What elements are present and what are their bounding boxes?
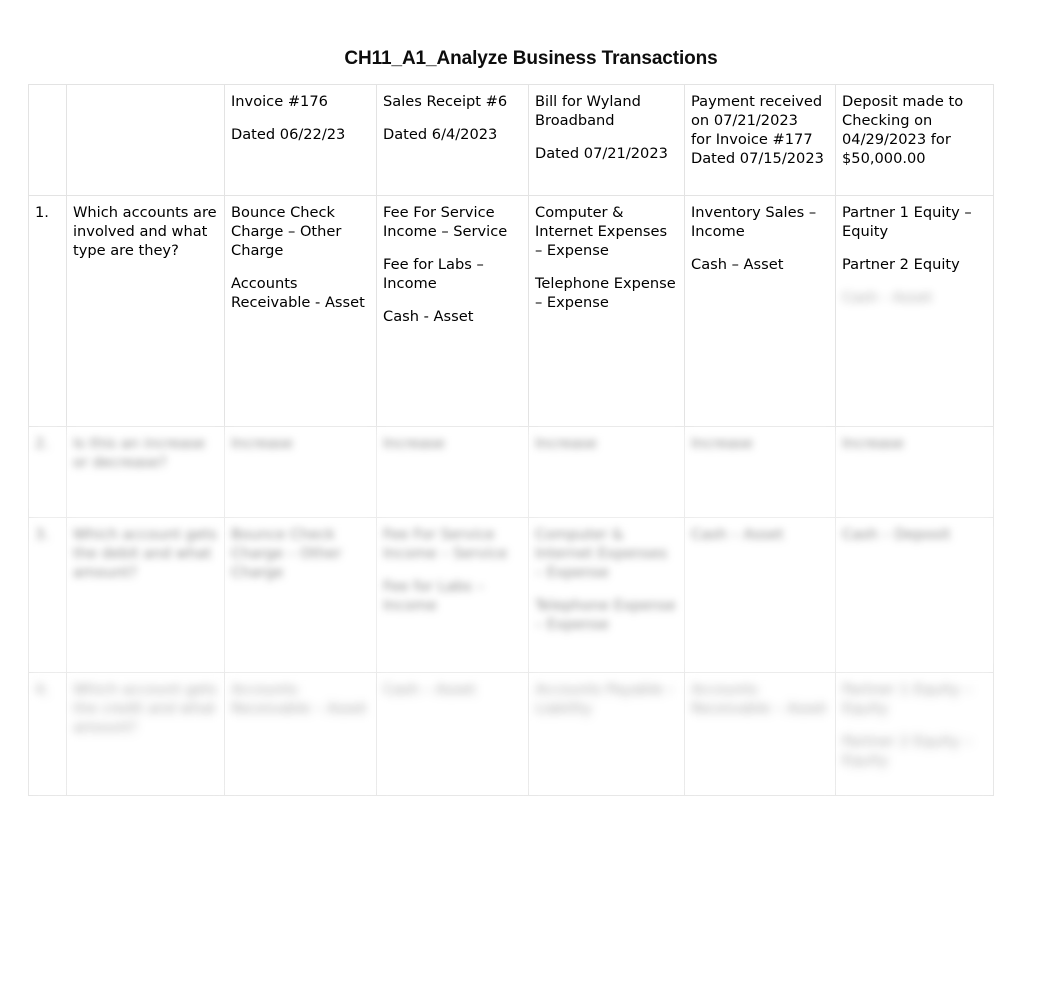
answer-cell: Cash – Asset: [684, 517, 836, 673]
answer-cell: Partner 1 Equity – Equity Partner 2 Equi…: [835, 672, 994, 796]
answer-part: Cash - Asset: [383, 307, 474, 325]
analysis-table-container: Invoice #176 Dated 06/22/23 Sales Receip…: [28, 84, 994, 796]
table-row: 4. Which account gets the credit and wha…: [28, 672, 994, 796]
answer-cell: Bounce Check Charge – Other Charge Accou…: [224, 195, 377, 427]
answer-part: Cash – Deposit: [842, 526, 951, 543]
answer-cell: Cash – Deposit: [835, 517, 994, 673]
answer-part: Increase: [535, 435, 597, 452]
answer-cell: Increase: [835, 426, 994, 518]
answer-cell: Partner 1 Equity – Equity Partner 2 Equi…: [835, 195, 994, 427]
row-number: 2.: [28, 426, 67, 518]
answer-part: Accounts Receivable – Asset: [691, 681, 827, 717]
row-question: Is this an increase or decrease?: [66, 426, 225, 518]
header-line-1: Deposit made to Checking on 04/29/2023 f…: [842, 93, 964, 167]
header-cell-transaction-4: Payment received on 07/21/2023 for Invoi…: [684, 84, 836, 196]
answer-cell: Increase: [224, 426, 377, 518]
row-number: 4.: [28, 672, 67, 796]
answer-part: Accounts Payable – Liability: [535, 681, 676, 717]
table-header-row: Invoice #176 Dated 06/22/23 Sales Receip…: [28, 84, 994, 196]
answer-part: Cash – Asset: [691, 526, 784, 543]
answer-part: Partner 2 Equity – Equity: [842, 732, 972, 769]
answer-part: Fee for Labs – Income: [383, 577, 484, 614]
answer-cell: Accounts Payable – Liability: [528, 672, 685, 796]
answer-cell: Cash – Asset: [376, 672, 529, 796]
answer-part: Computer & Internet Expenses – Expense: [535, 204, 668, 259]
header-line-2: Dated 06/22/23: [231, 125, 346, 143]
answer-part: Increase: [383, 435, 445, 452]
answer-cell: Computer & Internet Expenses – Expense T…: [528, 517, 685, 673]
header-cell-transaction-2: Sales Receipt #6 Dated 6/4/2023: [376, 84, 529, 196]
answer-part: Cash – Asset: [383, 681, 476, 698]
header-line-2: for Invoice #177: [691, 130, 813, 148]
answer-part: Accounts Receivable – Asset: [231, 681, 367, 717]
answer-cell: Increase: [684, 426, 836, 518]
answer-cell: Inventory Sales – Income Cash – Asset: [684, 195, 836, 427]
header-line-3: Dated 07/15/2023: [691, 149, 824, 167]
header-line-1: Sales Receipt #6: [383, 93, 508, 110]
table-row: 3. Which account gets the debit and what…: [28, 517, 994, 673]
answer-cell: Computer & Internet Expenses – Expense T…: [528, 195, 685, 427]
answer-cell: Accounts Receivable – Asset: [684, 672, 836, 796]
header-line-2: Dated 07/21/2023: [535, 144, 668, 162]
answer-part: Computer & Internet Expenses – Expense: [535, 526, 668, 581]
header-line-1: Payment received on 07/21/2023: [691, 93, 823, 129]
header-line-2: Dated 6/4/2023: [383, 125, 498, 143]
header-line-1: Invoice #176: [231, 93, 328, 110]
answer-cell: Fee For Service Income – Service Fee for…: [376, 195, 529, 427]
header-line-1: Bill for Wyland Broadband: [535, 93, 641, 129]
row-question: Which accounts are involved and what typ…: [66, 195, 225, 427]
answer-part: Partner 1 Equity – Equity: [842, 681, 972, 717]
answer-part: Accounts Receivable - Asset: [231, 274, 365, 311]
answer-part: Bounce Check Charge – Other Charge: [231, 526, 342, 581]
answer-part: Inventory Sales – Income: [691, 204, 817, 240]
answer-part: Cash - Asset: [842, 288, 933, 306]
answer-part: Bounce Check Charge – Other Charge: [231, 204, 342, 259]
answer-part: Increase: [231, 435, 293, 452]
page-title: CH11_A1_Analyze Business Transactions: [344, 48, 718, 69]
analysis-table: Invoice #176 Dated 06/22/23 Sales Receip…: [28, 84, 994, 796]
header-cell-transaction-3: Bill for Wyland Broadband Dated 07/21/20…: [528, 84, 685, 196]
row-number: 1.: [28, 195, 67, 427]
answer-cell: Accounts Receivable – Asset: [224, 672, 377, 796]
row-question: Which account gets the debit and what am…: [66, 517, 225, 673]
answer-part: Increase: [691, 435, 753, 452]
answer-part: Telephone Expense – Expense: [535, 274, 676, 311]
header-cell-question: [66, 84, 225, 196]
answer-part: Cash – Asset: [691, 255, 784, 273]
row-number: 3.: [28, 517, 67, 673]
table-row: 2. Is this an increase or decrease? Incr…: [28, 426, 994, 518]
answer-cell: Increase: [376, 426, 529, 518]
answer-part: Fee For Service Income – Service: [383, 526, 508, 562]
answer-part: Partner 2 Equity: [842, 255, 960, 273]
header-cell-transaction-1: Invoice #176 Dated 06/22/23: [224, 84, 377, 196]
answer-part: Telephone Expense – Expense: [535, 596, 676, 633]
answer-part: Fee For Service Income – Service: [383, 204, 508, 240]
table-row: 1. Which accounts are involved and what …: [28, 195, 994, 427]
answer-part: Fee for Labs – Income: [383, 255, 484, 292]
row-question: Which account gets the credit and what a…: [66, 672, 225, 796]
answer-cell: Fee For Service Income – Service Fee for…: [376, 517, 529, 673]
answer-part: Increase: [842, 435, 904, 452]
header-cell-transaction-5: Deposit made to Checking on 04/29/2023 f…: [835, 84, 994, 196]
header-cell-number: [28, 84, 67, 196]
answer-part: Partner 1 Equity – Equity: [842, 204, 972, 240]
answer-cell: Increase: [528, 426, 685, 518]
answer-cell: Bounce Check Charge – Other Charge: [224, 517, 377, 673]
